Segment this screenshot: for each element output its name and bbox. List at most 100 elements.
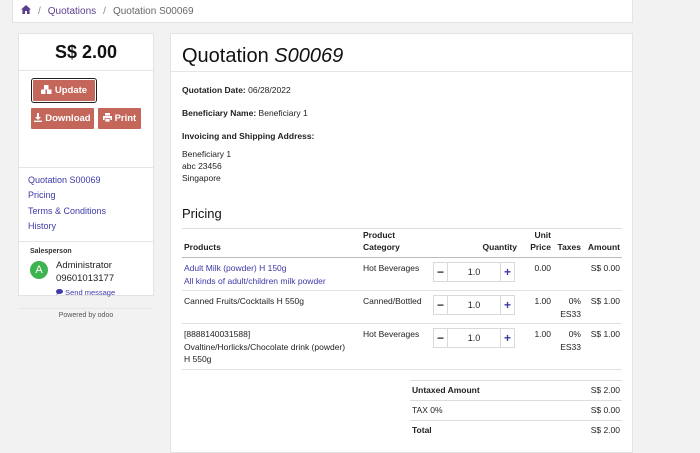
- cubes-icon: [40, 84, 52, 97]
- print-button-label: Print: [114, 113, 137, 124]
- home-icon[interactable]: [21, 5, 31, 17]
- totals-label: Untaxed Amount: [410, 380, 555, 401]
- taxes-cell: 0% ES33: [553, 290, 583, 324]
- address-line: abc 23456: [182, 161, 222, 171]
- send-message-label: Send message: [65, 288, 116, 297]
- totals-value: S$ 2.00: [554, 420, 622, 440]
- totals-value: S$ 2.00: [554, 380, 622, 401]
- avatar: A: [30, 261, 48, 279]
- col-taxes: Taxes: [553, 228, 583, 258]
- quantity-stepper: − 1.0 +: [433, 262, 517, 282]
- totals-value: S$ 0.00: [554, 400, 622, 421]
- quotation-date-label: Quotation Date:: [182, 85, 246, 95]
- powered-by: Powered by odoo: [58, 312, 114, 319]
- table-row: Adult Milk (powder) H 150g All kinds of …: [182, 257, 622, 291]
- salesperson-section: Salesperson A Administrator 09601013177 …: [19, 242, 153, 309]
- sidebar-item-pricing[interactable]: Pricing: [28, 188, 144, 203]
- col-unit-price: Unit Price: [519, 228, 553, 258]
- col-amount: Amount: [583, 228, 622, 258]
- category-cell: Hot Beverages: [361, 257, 431, 291]
- download-button-label: Download: [45, 113, 91, 124]
- quantity-cell: − 1.0 +: [431, 257, 519, 291]
- category-cell: Canned/Bottled: [361, 290, 431, 324]
- update-button[interactable]: Update: [31, 78, 97, 103]
- totals-row: Untaxed Amount S$ 2.00: [410, 380, 622, 401]
- breadcrumb-quotations-link[interactable]: Quotations: [48, 6, 96, 17]
- address-line: Beneficiary 1: [182, 149, 232, 159]
- send-message-link[interactable]: Send message: [56, 288, 115, 297]
- product-name: Canned Fruits/Cocktails H 550g: [184, 296, 305, 306]
- beneficiary-value: Beneficiary 1: [258, 108, 308, 118]
- chat-icon: [56, 288, 65, 297]
- col-quantity: Quantity: [431, 228, 519, 258]
- totals-row: Total S$ 2.00: [410, 420, 622, 440]
- product-description: All kinds of adult/children milk powder: [184, 275, 326, 286]
- salesperson-phone: 09601013177: [56, 273, 115, 284]
- page-title: Quotation S00069: [182, 45, 343, 68]
- unit-price-cell: 1.00: [519, 290, 553, 324]
- amount-cell: S$ 0.00: [583, 257, 622, 291]
- product-code: [8888140031588]: [184, 329, 251, 339]
- totals-label: Total: [410, 420, 555, 440]
- breadcrumb-current: Quotation S00069: [112, 5, 194, 17]
- product-cell: Adult Milk (powder) H 150g All kinds of …: [182, 257, 361, 291]
- address-block: Invoicing and Shipping Address: Benefici…: [182, 130, 314, 184]
- plus-button[interactable]: +: [500, 328, 515, 348]
- address-label: Invoicing and Shipping Address:: [182, 131, 315, 141]
- totals-row: TAX 0% S$ 0.00: [410, 400, 622, 421]
- salesperson-name: Administrator: [56, 260, 112, 271]
- sidebar: S$ 2.00 Update Download Print Quotation …: [18, 33, 154, 319]
- amount-cell: S$ 1.00: [583, 290, 622, 324]
- table-header: Products Product Category Quantity Unit Pr…: [182, 228, 622, 258]
- category-cell: Hot Beverages: [361, 323, 431, 370]
- quantity-input[interactable]: 1.0: [448, 295, 500, 315]
- quantity-stepper: − 1.0 +: [433, 295, 517, 315]
- quantity-stepper: − 1.0 +: [433, 328, 517, 348]
- address-line: Singapore: [182, 173, 221, 183]
- print-button[interactable]: Print: [97, 108, 141, 129]
- sidebar-total: S$ 2.00: [19, 34, 153, 71]
- title-divider: [171, 71, 632, 72]
- quotation-date: Quotation Date: 06/28/2022: [182, 84, 291, 96]
- quotation-date-value: 06/28/2022: [248, 85, 291, 95]
- product-name: Ovaltine/Horlicks/Chocolate drink (powde…: [184, 341, 346, 352]
- sidebar-item-quotation[interactable]: Quotation S00069: [28, 173, 144, 188]
- sidebar-item-terms[interactable]: Terms & Conditions: [28, 204, 144, 219]
- minus-button[interactable]: −: [433, 262, 448, 282]
- plus-button[interactable]: +: [500, 262, 515, 282]
- download-icon: [34, 112, 43, 125]
- main-panel: Quotation S00069 Quotation Date: 06/28/2…: [170, 33, 633, 453]
- unit-price-cell: 0.00: [519, 257, 553, 291]
- unit-price-cell: 1.00: [519, 323, 553, 370]
- print-icon: [102, 112, 112, 125]
- product-cell: [8888140031588] Ovaltine/Horlicks/Chocol…: [182, 323, 361, 370]
- order-lines-table: Products Product Category Quantity Unit Pr…: [182, 228, 622, 370]
- pricing-heading: Pricing: [182, 206, 222, 221]
- quantity-cell: − 1.0 +: [431, 290, 519, 324]
- taxes-cell: [553, 257, 583, 291]
- download-button[interactable]: Download: [31, 108, 94, 129]
- amount-cell: S$ 1.00: [583, 323, 622, 370]
- breadcrumb: / Quotations / Quotation S00069: [12, 0, 633, 23]
- table-row: [8888140031588] Ovaltine/Horlicks/Chocol…: [182, 323, 622, 370]
- quantity-input[interactable]: 1.0: [448, 262, 500, 282]
- taxes-cell: 0% ES33: [553, 323, 583, 370]
- minus-button[interactable]: −: [433, 295, 448, 315]
- totals-table: Untaxed Amount S$ 2.00 TAX 0% S$ 0.00 To…: [410, 380, 622, 440]
- totals-label: TAX 0%: [410, 400, 555, 421]
- beneficiary: Beneficiary Name: Beneficiary 1: [182, 107, 308, 119]
- page-title-prefix: Quotation: [182, 45, 275, 67]
- product-name-link[interactable]: Adult Milk (powder) H 150g: [184, 262, 359, 275]
- update-button-label: Update: [54, 85, 88, 96]
- product-name-cont: H 550g: [184, 354, 212, 364]
- action-buttons: Update Download Print: [19, 71, 153, 168]
- plus-button[interactable]: +: [500, 295, 515, 315]
- col-category: Product Category: [361, 228, 431, 258]
- col-products: Products: [182, 228, 361, 258]
- minus-button[interactable]: −: [433, 328, 448, 348]
- sidebar-nav: Quotation S00069 Pricing Terms & Conditi…: [19, 168, 153, 242]
- sidebar-item-history[interactable]: History: [28, 219, 144, 234]
- breadcrumb-separator: /: [38, 5, 41, 17]
- quantity-input[interactable]: 1.0: [448, 328, 500, 348]
- beneficiary-label: Beneficiary Name:: [182, 108, 257, 118]
